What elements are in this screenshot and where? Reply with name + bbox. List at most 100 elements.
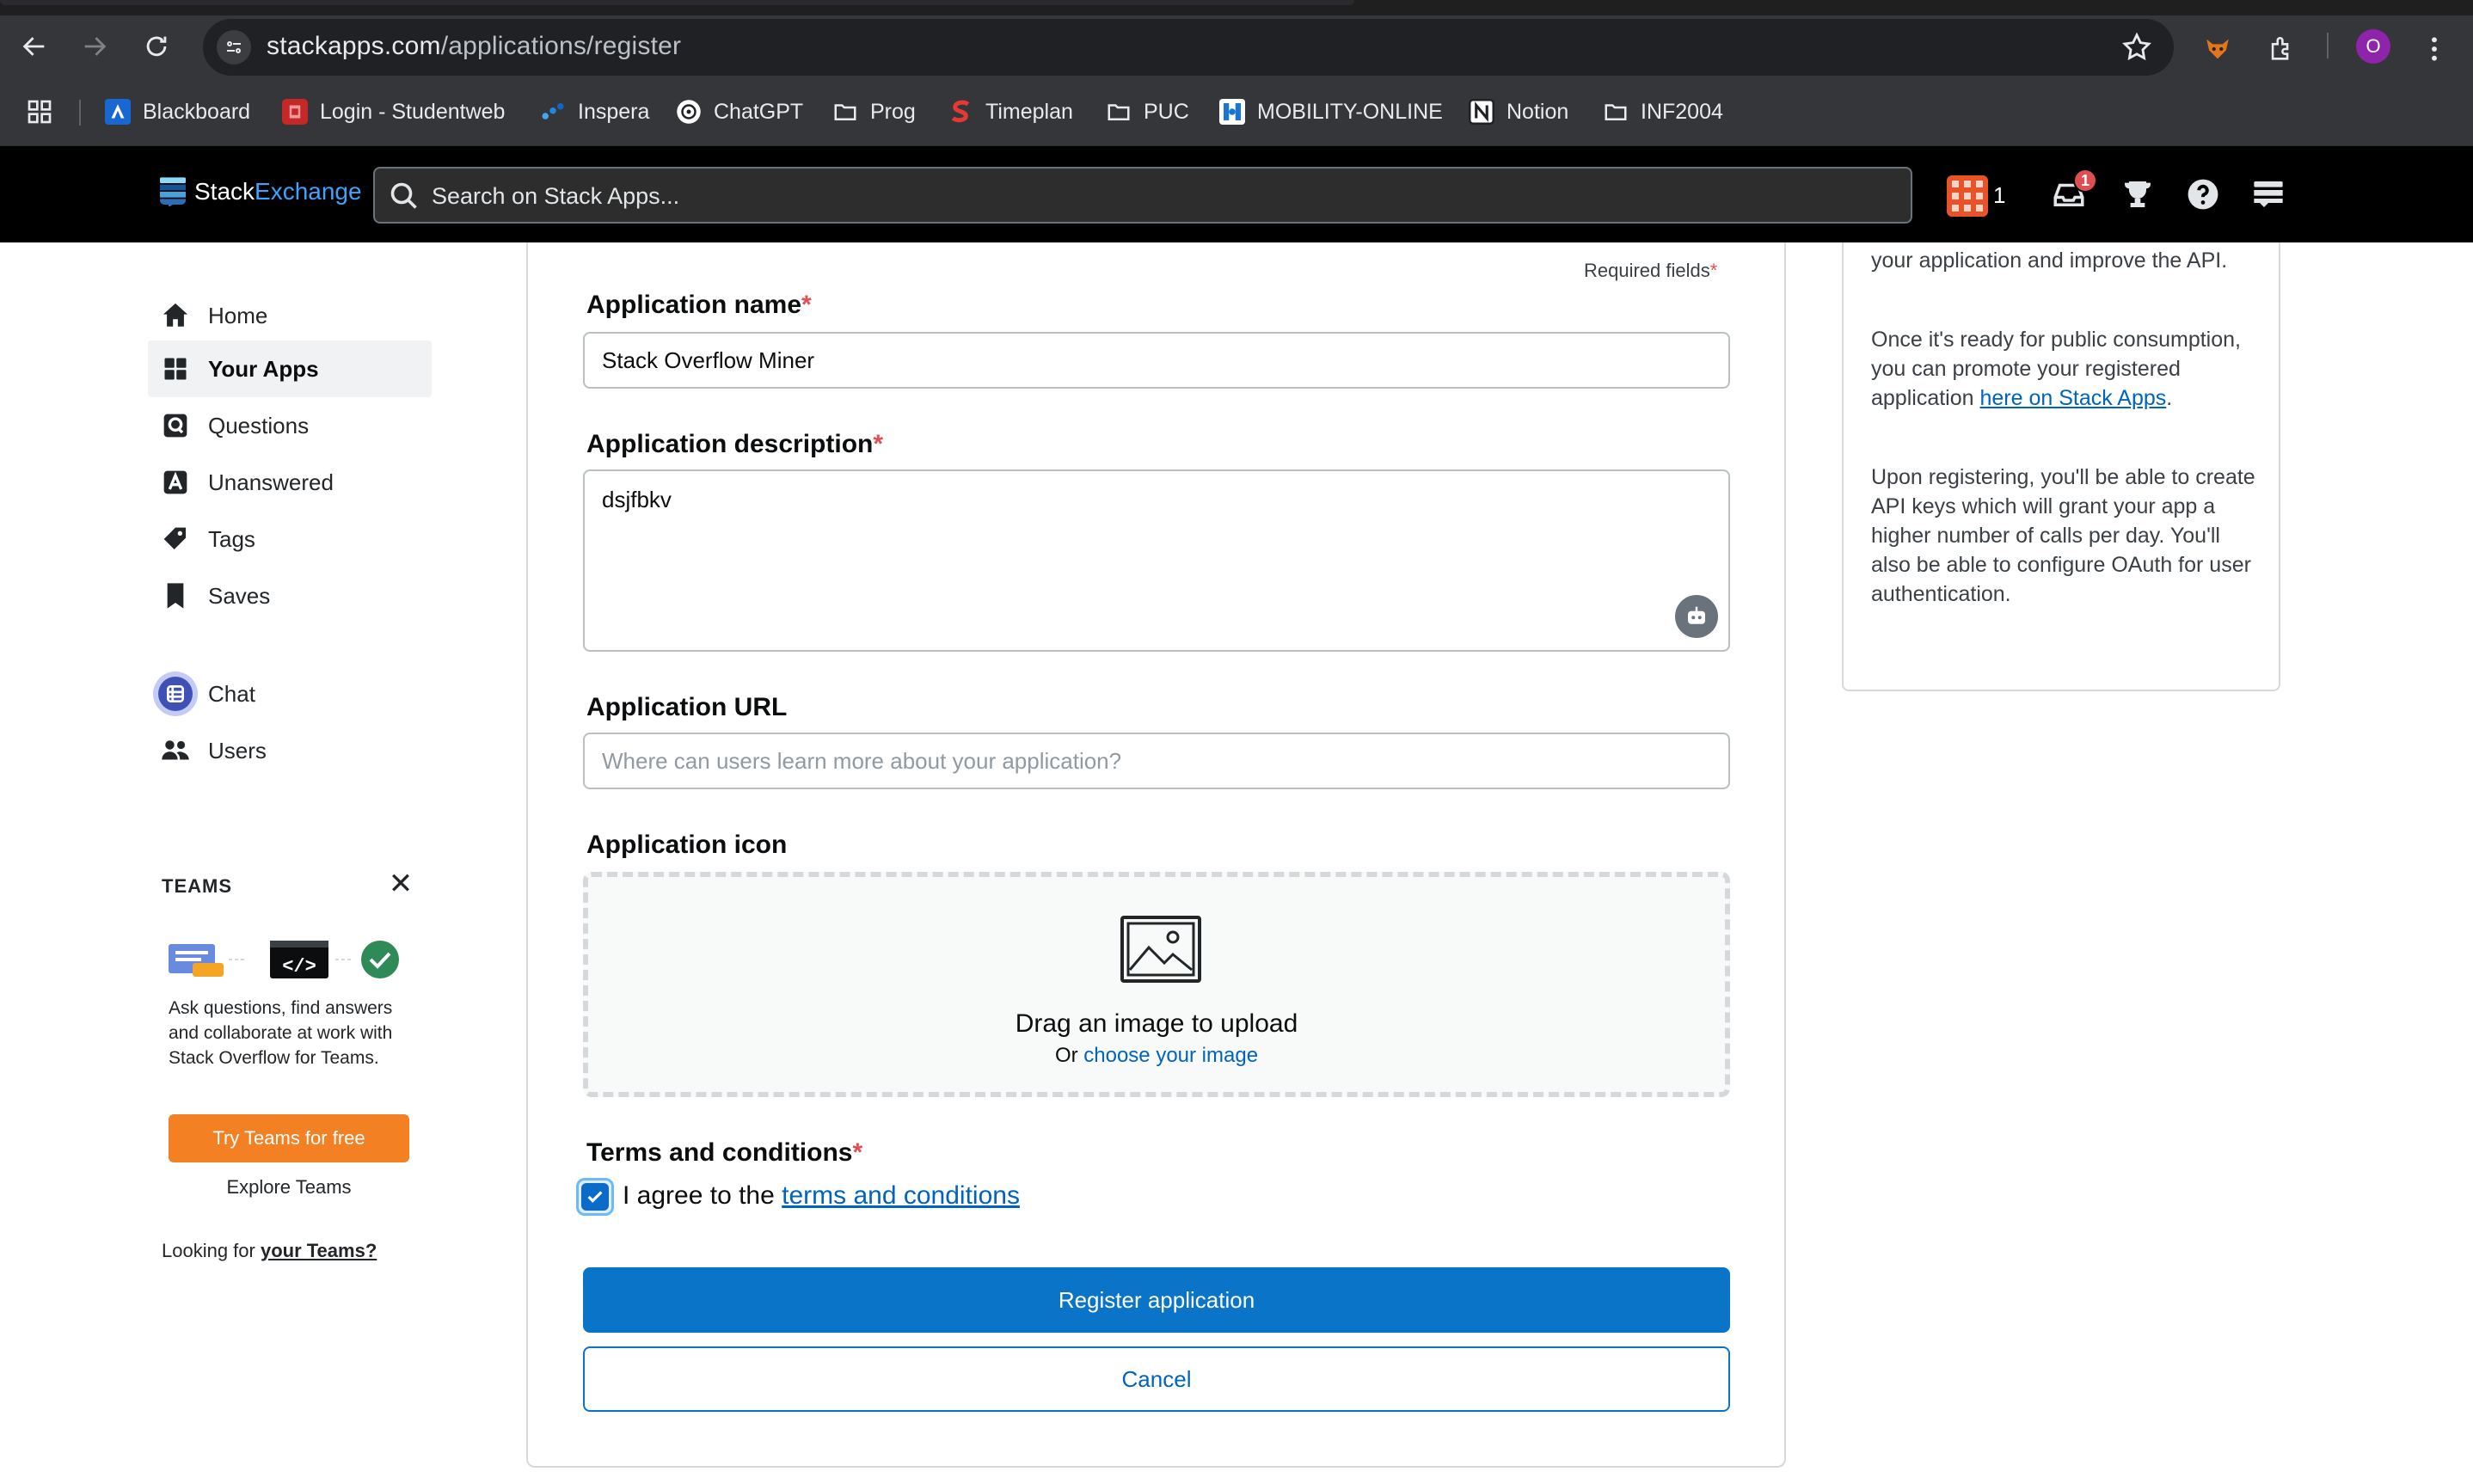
bookmark-blackboard[interactable]: Blackboard [105,96,250,127]
register-application-button[interactable]: Register application [583,1267,1730,1333]
choose-image-link[interactable]: choose your image [1083,1044,1258,1067]
folder-icon [1603,99,1629,125]
apps-grid-icon[interactable] [26,96,53,127]
active-tab[interactable] [0,0,1354,5]
stackexchange-logo[interactable]: StackExchange [160,177,362,206]
search-icon [389,181,420,212]
help-icon[interactable] [2184,175,2222,213]
explore-teams-label: Explore Teams [226,1176,352,1198]
back-arrow-icon[interactable] [19,31,50,62]
terms-link[interactable]: terms and conditions [782,1181,1020,1210]
bookmark-chatgpt[interactable]: ChatGPT [676,96,803,127]
looking-for-teams: Looking for your Teams? [162,1240,377,1262]
required-asterisk: * [801,291,812,319]
application-url-input[interactable]: Where can users learn more about your ap… [583,733,1730,789]
apps-grid-icon [160,353,191,384]
image-icon [1120,916,1201,983]
promote-link[interactable]: here on Stack Apps [1979,386,2166,410]
url-text: stackapps.com/applications/register [267,32,681,61]
bookmark-label: Inspera [578,99,650,124]
agree-terms-checkbox[interactable] [576,1178,614,1216]
sidebar-item-label: Questions [208,412,310,438]
required-asterisk: * [873,430,884,458]
tag-icon [160,524,191,555]
mobility-online-icon [1219,99,1245,125]
label-text: Application icon [586,831,788,859]
application-name-input[interactable]: Stack Overflow Miner [583,332,1730,389]
stackexchange-logo-icon [160,177,186,206]
site-switcher-icon[interactable] [2249,175,2287,213]
bookmark-folder-prog[interactable]: Prog [832,96,916,127]
bookmark-folder-inf2004[interactable]: INF2004 [1603,96,1723,127]
bookmark-star-icon[interactable] [2120,31,2153,64]
bookmark-studentweb[interactable]: Login - Studentweb [282,96,505,127]
bookmark-notion[interactable]: Notion [1469,96,1568,127]
sidebar-item-label: Unanswered [208,469,334,495]
dropzone-title: Drag an image to upload [1015,1009,1298,1038]
info-paragraph-1: your application and improve the API. [1871,248,2228,273]
close-icon[interactable]: ✕ [385,868,416,900]
required-asterisk: * [852,1138,863,1167]
sidebar-item-users[interactable]: Users [148,722,432,779]
label-text: Application name [586,291,802,319]
sidebar-item-unanswered[interactable]: Unanswered [148,454,432,511]
required-fields-note: Required fields* [1584,260,1717,282]
application-description-textarea[interactable]: dsjfbkv [583,469,1730,652]
inbox-badge-count: 1 [2080,171,2089,189]
timeplan-icon [948,99,973,125]
sidebar-item-questions[interactable]: Questions [148,397,432,454]
blackboard-icon [105,99,131,125]
looking-prefix: Looking for [162,1240,261,1261]
profile-avatar[interactable]: O [2356,29,2390,64]
bookmark-inspera[interactable]: Inspera [540,96,649,127]
sidebar-item-label: Tags [208,525,255,552]
fox-extension-icon[interactable] [2201,33,2234,65]
try-teams-button[interactable]: Try Teams for free [169,1114,409,1162]
label-text: Application URL [586,693,788,721]
notion-icon [1469,99,1494,125]
browser-menu-icon[interactable] [2418,33,2451,65]
reload-icon[interactable] [141,31,172,62]
sidebar-item-home[interactable]: Home [148,287,432,344]
sidebar-item-tags[interactable]: Tags [148,511,432,567]
toolbar-divider [2327,33,2329,58]
sidebar-item-label: Home [208,302,268,328]
achievements-trophy-icon[interactable] [2119,175,2157,213]
home-icon [160,300,191,331]
bookmark-timeplan[interactable]: Timeplan [948,96,1073,127]
extensions-puzzle-icon[interactable] [2265,33,2298,65]
site-search-input[interactable]: Search on Stack Apps... [373,167,1912,224]
label-text: Terms and conditions [586,1138,853,1167]
cancel-button[interactable]: Cancel [583,1346,1730,1412]
url-path: /applications/register [440,32,682,60]
your-teams-link[interactable]: your Teams? [261,1240,377,1261]
assistant-bot-icon[interactable] [1675,595,1718,638]
sidebar-item-chat[interactable]: Chat [148,665,432,722]
bookmark-label: MOBILITY-ONLINE [1257,99,1443,124]
user-avatar-icon[interactable] [1947,175,1988,217]
cancel-button-label: Cancel [1121,1365,1192,1392]
bookmark-mobility-online[interactable]: MOBILITY-ONLINE [1219,96,1443,127]
bookmark-label: Timeplan [985,99,1073,124]
bookmarks-divider [79,100,81,126]
agree-terms-text: I agree to the terms and conditions [623,1181,1020,1211]
required-note-text: Required fields [1584,260,1710,281]
address-bar[interactable]: stackapps.com/applications/register [203,19,2174,76]
sidebar-item-saves[interactable]: Saves [148,567,432,624]
sidebar-item-label: Users [208,737,267,763]
sidebar-item-your-apps[interactable]: Your Apps [148,340,432,397]
required-asterisk: * [1709,260,1718,281]
chat-icon [153,671,198,716]
site-settings-icon[interactable] [217,30,251,64]
reputation-count: 1 [1993,182,2006,208]
forward-arrow-icon[interactable] [79,31,110,62]
explore-teams-link[interactable]: Explore Teams [169,1176,409,1199]
application-url-label: Application URL [586,693,787,722]
studentweb-icon [282,99,308,125]
bookmark-label: PUC [1144,99,1189,124]
bookmark-folder-puc[interactable]: PUC [1106,96,1189,127]
image-upload-dropzone[interactable]: Drag an image to upload Or choose your i… [583,872,1730,1097]
teams-illustration: </> [169,941,399,978]
sidebar-item-label: Your Apps [208,355,319,382]
label-text: Application description [586,430,874,458]
